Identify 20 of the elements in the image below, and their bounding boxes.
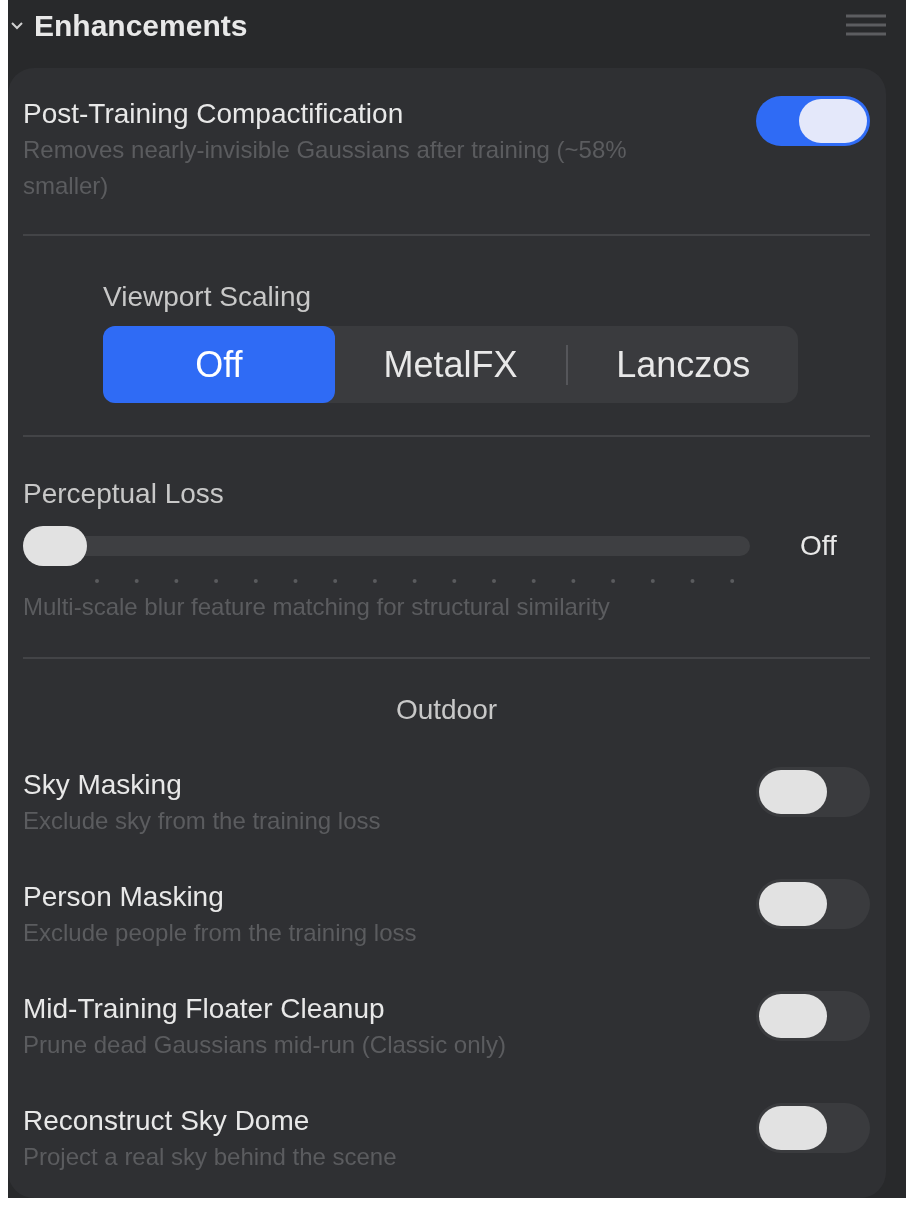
setting-title: Sky Masking [23, 768, 183, 802]
setting-title: Person Masking [23, 880, 225, 914]
toggle-switch[interactable] [756, 96, 870, 146]
setting-title: Reconstruct Sky Dome [23, 1104, 311, 1138]
slider[interactable] [23, 526, 750, 566]
segment-option[interactable]: Off [103, 326, 335, 403]
segment-option[interactable]: MetalFX [334, 326, 567, 403]
slider-value: Off [800, 529, 837, 563]
toggle-switch[interactable] [756, 1103, 870, 1153]
viewport-scaling-label: Viewport Scaling [103, 280, 313, 314]
segment-option[interactable]: Lanczos [568, 326, 798, 403]
section-title: Enhancements [34, 7, 248, 44]
perceptual-loss-label: Perceptual Loss [23, 477, 225, 511]
toggle-switch[interactable] [756, 991, 870, 1041]
slider-thumb[interactable] [23, 526, 87, 566]
toggle-switch[interactable] [756, 767, 870, 817]
outdoor-heading: Outdoor [395, 693, 498, 727]
setting-title: Post-Training Compactification [23, 97, 405, 131]
toggle-switch[interactable] [756, 879, 870, 929]
setting-title: Mid-Training Floater Cleanup [23, 992, 386, 1026]
